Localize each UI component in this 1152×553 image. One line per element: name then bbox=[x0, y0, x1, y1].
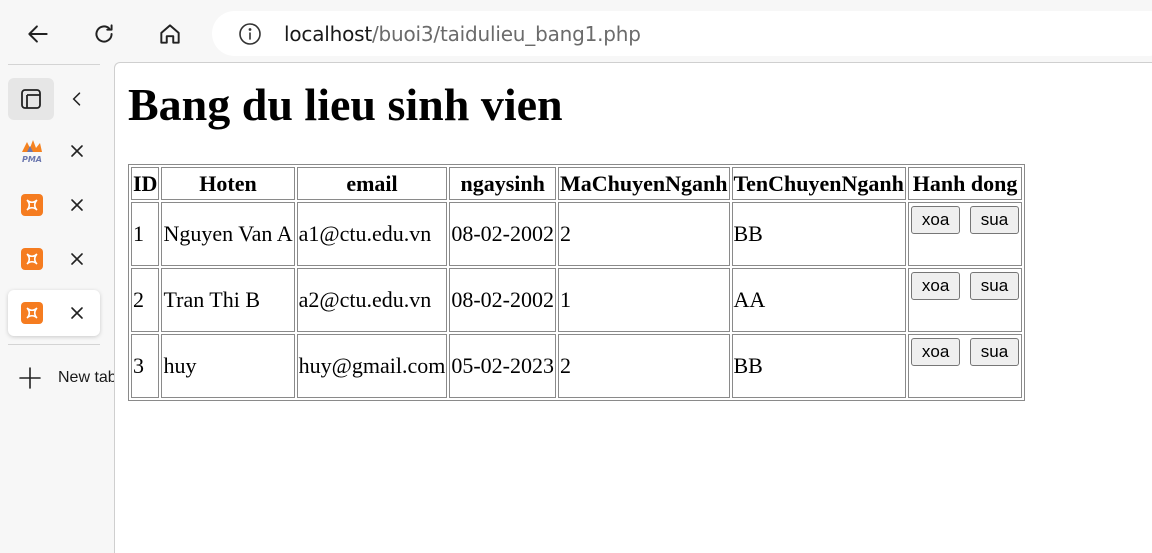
delete-button[interactable]: xoa bbox=[910, 272, 961, 300]
home-button[interactable] bbox=[150, 14, 190, 54]
cell-email: a1@ctu.edu.vn bbox=[296, 202, 448, 266]
cell-email: a2@ctu.edu.vn bbox=[296, 268, 448, 332]
new-tab-label: New tab bbox=[58, 369, 114, 386]
vertical-tabs-sidebar: PMA New tab bbox=[0, 64, 114, 553]
col-header-email: email bbox=[296, 167, 448, 200]
url-path: /buoi3/taidulieu_bang1.php bbox=[371, 21, 641, 46]
table-row: 3 huy huy@gmail.com 05-02-2023 2 BB xoa … bbox=[131, 334, 1023, 398]
reload-icon bbox=[95, 24, 113, 43]
browser-toolbar: localhost/buoi3/taidulieu_bang1.php bbox=[0, 0, 1152, 64]
cell-actions: xoa sua bbox=[907, 268, 1023, 332]
back-arrow-icon bbox=[28, 25, 48, 43]
new-tab-clip: New tab bbox=[0, 64, 114, 553]
cell-id: 1 bbox=[131, 202, 160, 266]
edit-button[interactable]: sua bbox=[969, 272, 1020, 300]
col-header-tenchuyennganh: TenChuyenNganh bbox=[731, 167, 906, 200]
cell-machuyennganh: 2 bbox=[558, 334, 730, 398]
cell-id: 3 bbox=[131, 334, 160, 398]
students-table: ID Hoten email ngaysinh MaChuyenNganh Te… bbox=[128, 164, 1026, 401]
page-viewport: Bang du lieu sinh vien ID Hoten email ng… bbox=[114, 62, 1152, 553]
edit-button[interactable]: sua bbox=[969, 338, 1020, 366]
table-row: 1 Nguyen Van A a1@ctu.edu.vn 08-02-2002 … bbox=[131, 202, 1023, 266]
table-row: 2 Tran Thi B a2@ctu.edu.vn 08-02-2002 1 … bbox=[131, 268, 1023, 332]
cell-ngaysinh: 08-02-2002 bbox=[449, 268, 557, 332]
cell-tenchuyennganh: AA bbox=[731, 268, 906, 332]
cell-hoten: Nguyen Van A bbox=[161, 202, 295, 266]
cell-tenchuyennganh: BB bbox=[731, 334, 906, 398]
col-header-id: ID bbox=[131, 167, 160, 200]
col-header-hanhdong: Hanh dong bbox=[907, 167, 1023, 200]
delete-button[interactable]: xoa bbox=[910, 338, 961, 366]
cell-email: huy@gmail.com bbox=[296, 334, 448, 398]
new-tab-button[interactable]: New tab bbox=[18, 364, 114, 392]
url-host: localhost bbox=[284, 21, 372, 46]
cell-actions: xoa sua bbox=[907, 334, 1023, 398]
url-text: localhost/buoi3/taidulieu_bang1.php bbox=[284, 22, 641, 46]
plus-icon bbox=[19, 367, 41, 389]
cell-ngaysinh: 08-02-2002 bbox=[449, 202, 557, 266]
address-bar[interactable]: localhost/buoi3/taidulieu_bang1.php bbox=[212, 11, 1152, 56]
home-icon bbox=[160, 24, 180, 44]
col-header-ngaysinh: ngaysinh bbox=[449, 167, 557, 200]
cell-machuyennganh: 1 bbox=[558, 268, 730, 332]
back-button[interactable] bbox=[18, 14, 58, 54]
cell-ngaysinh: 05-02-2023 bbox=[449, 334, 557, 398]
col-header-hoten: Hoten bbox=[161, 167, 295, 200]
delete-button[interactable]: xoa bbox=[910, 206, 961, 234]
table-header-row: ID Hoten email ngaysinh MaChuyenNganh Te… bbox=[131, 167, 1023, 200]
cell-tenchuyennganh: BB bbox=[731, 202, 906, 266]
cell-hoten: huy bbox=[161, 334, 295, 398]
reload-button[interactable] bbox=[84, 14, 124, 54]
cell-machuyennganh: 2 bbox=[558, 202, 730, 266]
cell-id: 2 bbox=[131, 268, 160, 332]
col-header-machuyennganh: MaChuyenNganh bbox=[558, 167, 730, 200]
edit-button[interactable]: sua bbox=[969, 206, 1020, 234]
page-title: Bang du lieu sinh vien bbox=[128, 79, 563, 130]
cell-actions: xoa sua bbox=[907, 202, 1023, 266]
cell-hoten: Tran Thi B bbox=[161, 268, 295, 332]
site-info-icon[interactable] bbox=[238, 22, 262, 46]
